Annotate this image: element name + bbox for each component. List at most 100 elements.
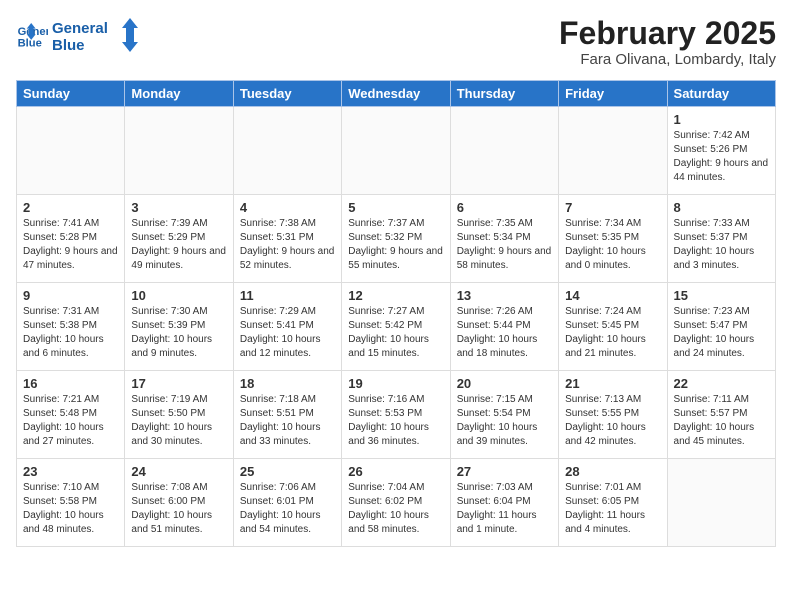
day-number: 16: [23, 376, 118, 391]
calendar-day-cell: 4 Sunrise: 7:38 AM Sunset: 5:31 PM Daylig…: [233, 195, 341, 283]
location-subtitle: Fara Olivana, Lombardy, Italy: [559, 51, 776, 68]
day-info: Sunrise: 7:41 AM Sunset: 5:28 PM Dayligh…: [23, 217, 118, 273]
day-number: 22: [674, 376, 769, 391]
calendar-day-cell: [559, 107, 667, 195]
day-info: Sunrise: 7:08 AM Sunset: 6:00 PM Dayligh…: [131, 481, 226, 537]
day-info: Sunrise: 7:01 AM Sunset: 6:05 PM Dayligh…: [565, 481, 660, 537]
weekday-header-row: SundayMondayTuesdayWednesdayThursdayFrid…: [17, 81, 776, 107]
day-number: 26: [348, 464, 443, 479]
svg-text:General: General: [52, 20, 108, 37]
calendar-day-cell: [667, 459, 775, 547]
day-number: 3: [131, 200, 226, 215]
day-number: 18: [240, 376, 335, 391]
calendar-day-cell: 21Sunrise: 7:13 AM Sunset: 5:55 PM Dayli…: [559, 371, 667, 459]
day-number: 5: [348, 200, 443, 215]
day-info: Sunrise: 7:42 AM Sunset: 5:26 PM Dayligh…: [674, 129, 769, 185]
logo-svg: General Blue: [52, 16, 142, 56]
logo-icon: General Blue: [16, 22, 48, 50]
day-number: 9: [23, 288, 118, 303]
calendar-day-cell: 15 Sunrise: 7:23 AM Sunset: 5:47 PM Dayli…: [667, 283, 775, 371]
calendar-day-cell: [233, 107, 341, 195]
day-info: Sunrise: 7:38 AM Sunset: 5:31 PM Dayligh…: [240, 217, 335, 273]
calendar-day-cell: [125, 107, 233, 195]
calendar-day-cell: 25Sunrise: 7:06 AM Sunset: 6:01 PM Dayli…: [233, 459, 341, 547]
day-info: Sunrise: 7:23 AM Sunset: 5:47 PM Dayligh…: [674, 305, 769, 361]
calendar-day-cell: 24Sunrise: 7:08 AM Sunset: 6:00 PM Dayli…: [125, 459, 233, 547]
calendar-day-cell: 10 Sunrise: 7:30 AM Sunset: 5:39 PM Dayli…: [125, 283, 233, 371]
calendar-day-cell: 2 Sunrise: 7:41 AM Sunset: 5:28 PM Daylig…: [17, 195, 125, 283]
day-number: 8: [674, 200, 769, 215]
day-number: 2: [23, 200, 118, 215]
calendar-day-cell: 9 Sunrise: 7:31 AM Sunset: 5:38 PM Daylig…: [17, 283, 125, 371]
day-number: 12: [348, 288, 443, 303]
calendar-day-cell: 19 Sunrise: 7:16 AM Sunset: 5:53 PM Dayli…: [342, 371, 450, 459]
calendar-day-cell: 17 Sunrise: 7:19 AM Sunset: 5:50 PM Dayli…: [125, 371, 233, 459]
day-number: 7: [565, 200, 660, 215]
month-title: February 2025: [559, 16, 776, 51]
day-info: Sunrise: 7:29 AM Sunset: 5:41 PM Dayligh…: [240, 305, 335, 361]
day-info: Sunrise: 7:03 AM Sunset: 6:04 PM Dayligh…: [457, 481, 552, 537]
page-header: General Blue General Blue February 2025 …: [16, 16, 776, 68]
calendar-day-cell: [342, 107, 450, 195]
calendar-day-cell: 20 Sunrise: 7:15 AM Sunset: 5:54 PM Dayli…: [450, 371, 558, 459]
day-info: Sunrise: 7:16 AM Sunset: 5:53 PM Dayligh…: [348, 393, 443, 449]
calendar-day-cell: [17, 107, 125, 195]
calendar-day-cell: 5 Sunrise: 7:37 AM Sunset: 5:32 PM Daylig…: [342, 195, 450, 283]
weekday-header-cell: Monday: [125, 81, 233, 107]
day-info: Sunrise: 7:37 AM Sunset: 5:32 PM Dayligh…: [348, 217, 443, 273]
weekday-header-cell: Friday: [559, 81, 667, 107]
calendar-day-cell: 7 Sunrise: 7:34 AM Sunset: 5:35 PM Daylig…: [559, 195, 667, 283]
calendar-week-row: 9 Sunrise: 7:31 AM Sunset: 5:38 PM Daylig…: [17, 283, 776, 371]
day-info: Sunrise: 7:24 AM Sunset: 5:45 PM Dayligh…: [565, 305, 660, 361]
calendar-day-cell: 11 Sunrise: 7:29 AM Sunset: 5:41 PM Dayli…: [233, 283, 341, 371]
calendar-day-cell: 13 Sunrise: 7:26 AM Sunset: 5:44 PM Dayli…: [450, 283, 558, 371]
day-number: 20: [457, 376, 552, 391]
day-info: Sunrise: 7:26 AM Sunset: 5:44 PM Dayligh…: [457, 305, 552, 361]
day-info: Sunrise: 7:19 AM Sunset: 5:50 PM Dayligh…: [131, 393, 226, 449]
day-info: Sunrise: 7:15 AM Sunset: 5:54 PM Dayligh…: [457, 393, 552, 449]
day-info: Sunrise: 7:10 AM Sunset: 5:58 PM Dayligh…: [23, 481, 118, 537]
day-number: 23: [23, 464, 118, 479]
day-info: Sunrise: 7:04 AM Sunset: 6:02 PM Dayligh…: [348, 481, 443, 537]
weekday-header-cell: Tuesday: [233, 81, 341, 107]
calendar-day-cell: 12 Sunrise: 7:27 AM Sunset: 5:42 PM Dayli…: [342, 283, 450, 371]
weekday-header-cell: Thursday: [450, 81, 558, 107]
calendar-day-cell: [450, 107, 558, 195]
day-info: Sunrise: 7:33 AM Sunset: 5:37 PM Dayligh…: [674, 217, 769, 273]
weekday-header-cell: Saturday: [667, 81, 775, 107]
calendar-week-row: 2 Sunrise: 7:41 AM Sunset: 5:28 PM Daylig…: [17, 195, 776, 283]
calendar-table: SundayMondayTuesdayWednesdayThursdayFrid…: [16, 80, 776, 547]
calendar-week-row: 16Sunrise: 7:21 AM Sunset: 5:48 PM Dayli…: [17, 371, 776, 459]
day-number: 27: [457, 464, 552, 479]
day-number: 11: [240, 288, 335, 303]
day-number: 17: [131, 376, 226, 391]
logo: General Blue General Blue: [16, 16, 142, 56]
day-number: 10: [131, 288, 226, 303]
calendar-body: 1Sunrise: 7:42 AM Sunset: 5:26 PM Daylig…: [17, 107, 776, 547]
day-number: 14: [565, 288, 660, 303]
day-info: Sunrise: 7:30 AM Sunset: 5:39 PM Dayligh…: [131, 305, 226, 361]
svg-text:Blue: Blue: [52, 37, 85, 54]
svg-text:Blue: Blue: [18, 37, 42, 49]
calendar-day-cell: 8 Sunrise: 7:33 AM Sunset: 5:37 PM Daylig…: [667, 195, 775, 283]
day-number: 21: [565, 376, 660, 391]
calendar-day-cell: 18Sunrise: 7:18 AM Sunset: 5:51 PM Dayli…: [233, 371, 341, 459]
calendar-day-cell: 16Sunrise: 7:21 AM Sunset: 5:48 PM Dayli…: [17, 371, 125, 459]
day-info: Sunrise: 7:11 AM Sunset: 5:57 PM Dayligh…: [674, 393, 769, 449]
day-info: Sunrise: 7:31 AM Sunset: 5:38 PM Dayligh…: [23, 305, 118, 361]
calendar-week-row: 1Sunrise: 7:42 AM Sunset: 5:26 PM Daylig…: [17, 107, 776, 195]
day-info: Sunrise: 7:35 AM Sunset: 5:34 PM Dayligh…: [457, 217, 552, 273]
day-number: 19: [348, 376, 443, 391]
calendar-day-cell: 22 Sunrise: 7:11 AM Sunset: 5:57 PM Dayli…: [667, 371, 775, 459]
calendar-day-cell: 28 Sunrise: 7:01 AM Sunset: 6:05 PM Dayli…: [559, 459, 667, 547]
calendar-day-cell: 3 Sunrise: 7:39 AM Sunset: 5:29 PM Daylig…: [125, 195, 233, 283]
day-number: 4: [240, 200, 335, 215]
day-number: 28: [565, 464, 660, 479]
calendar-day-cell: 26 Sunrise: 7:04 AM Sunset: 6:02 PM Dayli…: [342, 459, 450, 547]
day-info: Sunrise: 7:39 AM Sunset: 5:29 PM Dayligh…: [131, 217, 226, 273]
day-number: 15: [674, 288, 769, 303]
day-info: Sunrise: 7:34 AM Sunset: 5:35 PM Dayligh…: [565, 217, 660, 273]
day-number: 13: [457, 288, 552, 303]
calendar-week-row: 23 Sunrise: 7:10 AM Sunset: 5:58 PM Dayli…: [17, 459, 776, 547]
day-info: Sunrise: 7:27 AM Sunset: 5:42 PM Dayligh…: [348, 305, 443, 361]
